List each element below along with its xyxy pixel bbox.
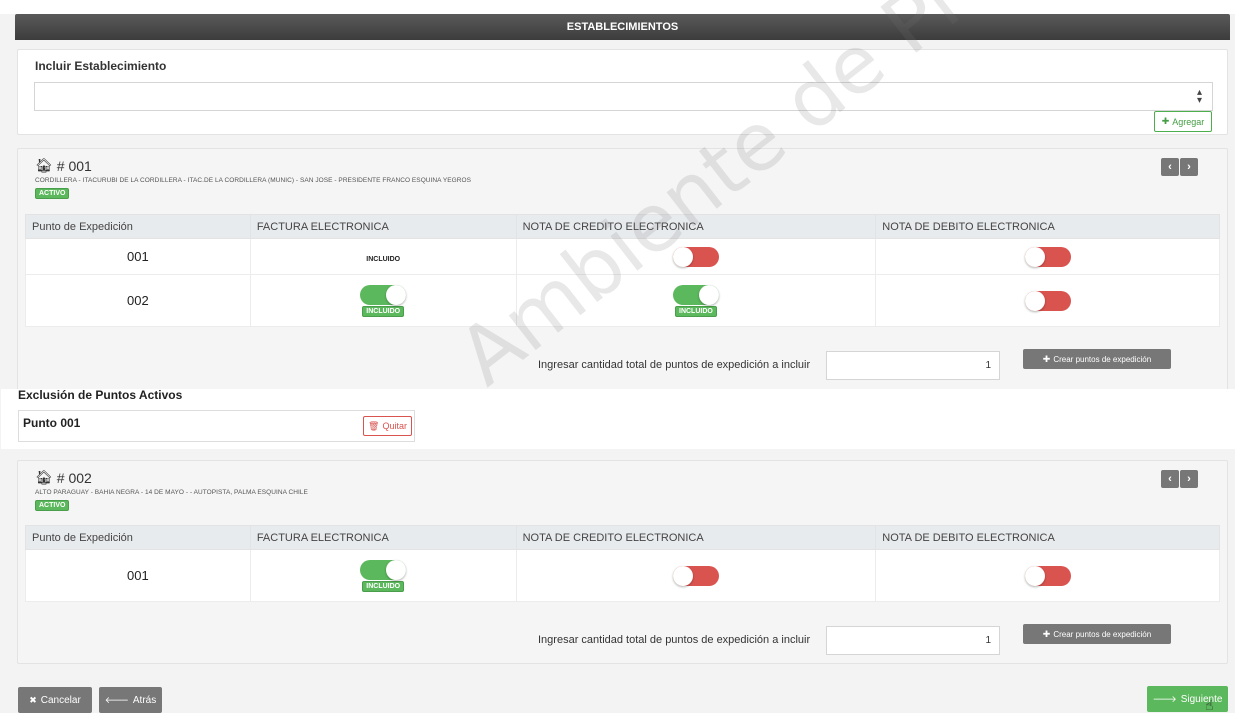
include-establishment-title: Incluir Establecimiento [35,59,167,73]
establishment-number: 🏠︎ # 001 [35,157,471,174]
trash-icon: 🗑︎ [368,420,380,431]
establishment-number-text: # 002 [56,469,92,486]
credito-cell: INCLUIDO [515,274,877,327]
credito-toggle[interactable] [672,565,719,586]
credito-toggle[interactable] [672,246,719,267]
back-label: Atrás [132,694,157,706]
next-label: Siguiente [1180,693,1223,705]
credito-toggle[interactable] [672,284,719,305]
debito-cell [875,549,1220,602]
create-points-label: Crear puntos de expedición [1053,629,1152,639]
create-points-row: Ingresar cantidad total de puntos de exp… [18,621,1227,661]
col-header-debito: NOTA DE DEBITO ELECTRONICA [875,214,1220,239]
exclusion-point-label: Punto 001 [23,416,81,430]
credito-cell [515,549,877,602]
chevron-left-icon[interactable]: ‹ [1161,470,1179,488]
create-points-button[interactable]: ✚ Crear puntos de expedición [1023,624,1171,644]
select-caret-icon: ▴ ▾ [1196,87,1202,106]
included-badge: INCLUIDO [362,305,405,317]
establishment-panel-002: 🏠︎ # 002 ALTO PARAGUAY - BAHIA NEGRA - 1… [17,460,1228,664]
status-badge: ACTIVO [35,500,70,511]
add-establishment-label: Agregar [1172,116,1205,127]
home-icon: 🏠︎ [35,157,53,173]
exclusion-item: Punto 001 🗑︎ Quitar [18,410,415,442]
establishment-select[interactable]: ▴ ▾ [34,82,1213,111]
establishment-number-text: # 001 [56,157,92,174]
arrow-left-icon: 🡐 [104,694,129,705]
include-establishment-panel: Incluir Establecimiento ▴ ▾ ✚ Agregar [17,49,1228,135]
exclusion-title: Exclusión de Puntos Activos [18,388,183,402]
arrow-right-icon: 🡒 [1152,693,1177,704]
quantity-input[interactable]: 1 [826,626,1000,655]
credito-cell [515,238,877,275]
chevron-right-icon[interactable]: › [1180,158,1198,176]
factura-toggle[interactable] [360,284,407,305]
page-title: ESTABLECIMIENTOS [15,14,1230,40]
debito-toggle[interactable] [1024,565,1071,586]
establishment-panel-001: 🏠︎ # 001 CORDILLERA - ITACURUBI DE LA CO… [1,148,1235,449]
col-header-credito: NOTA DE CREDITO ELECTRONICA [515,214,877,239]
punto-number: 002 [25,274,251,327]
debito-cell [875,238,1220,275]
next-button[interactable]: 🡒 Siguiente [1147,686,1228,712]
top-strip [0,0,1235,14]
create-points-row: Ingresar cantidad total de puntos de exp… [18,346,1227,386]
col-header-punto: Punto de Expedición [25,525,251,550]
remove-point-label: Quitar [382,421,407,431]
col-header-credito: NOTA DE CREDITO ELECTRONICA [515,525,877,550]
establishment-number: 🏠︎ # 002 [35,469,308,486]
col-header-factura: FACTURA ELECTRONICA [249,214,517,239]
establishment-nav: ‹ › [1161,470,1198,488]
table-row: 001 INCLUIDO [25,549,1220,602]
establishment-address: CORDILLERA - ITACURUBI DE LA CORDILLERA … [35,177,472,184]
establishment-header: 🏠︎ # 001 CORDILLERA - ITACURUBI DE LA CO… [35,157,471,199]
punto-number: 001 [25,238,251,275]
included-badge: INCLUIDO [675,305,717,317]
factura-cell: INCLUIDO [249,238,517,275]
times-icon: ✖ [29,694,37,705]
status-badge: ACTIVO [35,188,70,199]
factura-cell: INCLUIDO [249,549,517,602]
chevron-left-icon[interactable]: ‹ [1161,158,1179,176]
points-table: Punto de Expedición FACTURA ELECTRONICA … [25,525,1220,602]
punto-number: 001 [25,549,251,602]
included-badge: INCLUIDO [362,580,405,592]
create-points-button[interactable]: ✚ Crear puntos de expedición [1023,349,1171,369]
factura-cell: INCLUIDO [249,274,517,327]
col-header-debito: NOTA DE DEBITO ELECTRONICA [875,525,1220,550]
establishment-header: 🏠︎ # 002 ALTO PARAGUAY - BAHIA NEGRA - 1… [35,469,308,511]
establishment-address: ALTO PARAGUAY - BAHIA NEGRA - 14 DE MAYO… [35,489,308,496]
table-row: 002 INCLUIDO INCLUIDO [25,274,1220,327]
plus-icon: ✚ [1042,628,1051,639]
col-header-factura: FACTURA ELECTRONICA [249,525,517,550]
quantity-label: Ingresar cantidad total de puntos de exp… [538,634,811,646]
add-establishment-button[interactable]: ✚ Agregar [1154,111,1212,132]
debito-toggle[interactable] [1024,290,1071,311]
create-points-label: Crear puntos de expedición [1053,354,1152,364]
remove-point-button[interactable]: 🗑︎ Quitar [363,416,412,436]
back-button[interactable]: 🡐 Atrás [99,687,162,713]
debito-cell [875,274,1220,327]
points-table: Punto de Expedición FACTURA ELECTRONICA … [25,214,1220,327]
plus-icon: ✚ [1161,116,1170,126]
home-icon: 🏠︎ [35,469,53,485]
hand-cursor-icon: ☝︎ [1205,697,1214,713]
quantity-input[interactable]: 1 [826,351,1000,380]
col-header-punto: Punto de Expedición [25,214,251,239]
establishment-nav: ‹ › [1161,158,1198,176]
debito-toggle[interactable] [1024,246,1071,267]
cancel-button[interactable]: ✖ Cancelar [18,687,92,713]
cancel-label: Cancelar [40,694,81,706]
plus-icon: ✚ [1042,353,1051,364]
included-text: INCLUIDO [366,255,401,263]
factura-toggle[interactable] [360,559,407,580]
quantity-label: Ingresar cantidad total de puntos de exp… [538,359,811,371]
table-row: 001 INCLUIDO [25,238,1220,275]
chevron-right-icon[interactable]: › [1180,470,1198,488]
